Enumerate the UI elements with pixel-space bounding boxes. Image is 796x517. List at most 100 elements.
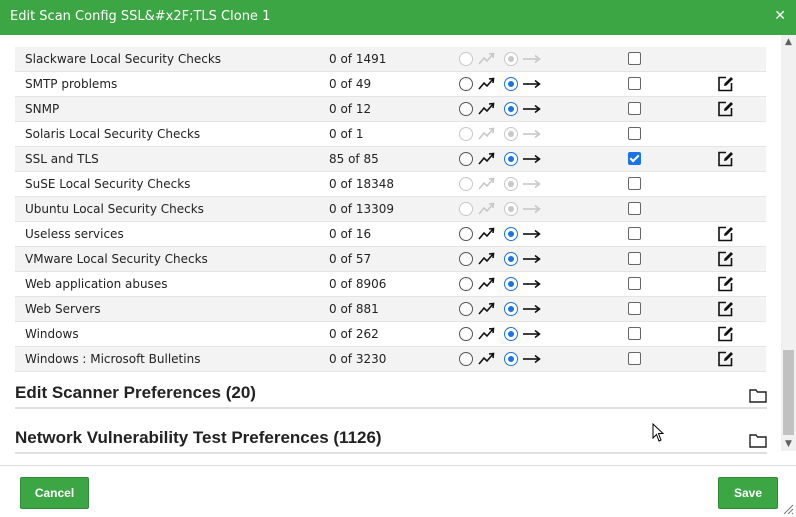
family-nvt-count: 0 of 18348 <box>329 177 395 191</box>
trend-dynamic-radio[interactable] <box>459 252 473 266</box>
select-all-nvts-checkbox[interactable] <box>628 327 641 340</box>
select-all-nvts-checkbox[interactable] <box>628 252 641 265</box>
select-all-nvts-checkbox[interactable] <box>628 352 641 365</box>
scrollbar-thumb[interactable] <box>783 350 794 435</box>
select-all-nvts-checkbox[interactable] <box>628 227 641 240</box>
trend-dynamic-radio <box>459 202 473 216</box>
edit-icon[interactable] <box>717 225 734 242</box>
family-name: Solaris Local Security Checks <box>25 127 201 141</box>
select-all-nvts-checkbox[interactable] <box>628 127 641 140</box>
trend-selector <box>459 200 559 218</box>
trend-static-radio[interactable] <box>504 327 518 341</box>
family-row: VMware Local Security Checks 0 of 57 <box>15 247 766 272</box>
edit-icon[interactable] <box>717 250 734 267</box>
trend-static-icon <box>523 279 541 289</box>
family-nvt-count: 0 of 12 <box>329 102 372 116</box>
trend-dynamic-radio[interactable] <box>459 327 473 341</box>
trend-static-radio[interactable] <box>504 302 518 316</box>
trend-dynamic-radio[interactable] <box>459 302 473 316</box>
trend-dynamic-radio[interactable] <box>459 277 473 291</box>
trend-static-icon <box>523 54 541 64</box>
save-button[interactable]: Save <box>718 477 778 509</box>
trend-static-icon <box>523 354 541 364</box>
edit-icon[interactable] <box>717 75 734 92</box>
trend-static-radio[interactable] <box>504 152 518 166</box>
trend-static-radio <box>504 127 518 141</box>
edit-icon[interactable] <box>717 275 734 292</box>
resize-handle-icon[interactable] <box>782 503 794 515</box>
select-all-nvts-checkbox[interactable] <box>628 77 641 90</box>
close-icon[interactable]: ✕ <box>774 8 786 24</box>
trend-up-icon <box>478 152 495 165</box>
trend-static-icon <box>523 129 541 139</box>
trend-selector <box>459 275 559 293</box>
nvt-family-table: Slackware Local Security Checks 0 of 1491… <box>15 47 766 372</box>
scroll-up-arrow-icon[interactable]: ▲ <box>781 35 796 49</box>
trend-static-icon <box>523 179 541 189</box>
family-name: SMTP problems <box>25 77 118 91</box>
select-all-nvts-checkbox[interactable] <box>628 52 641 65</box>
edit-icon[interactable] <box>717 350 734 367</box>
family-row: SNMP 0 of 12 <box>15 97 766 122</box>
folder-icon[interactable] <box>749 432 767 448</box>
cancel-button[interactable]: Cancel <box>20 477 89 509</box>
select-all-nvts-checkbox[interactable] <box>628 302 641 315</box>
family-nvt-count: 0 of 881 <box>329 302 379 316</box>
scroll-down-arrow-icon[interactable]: ▼ <box>781 437 796 451</box>
family-row: Windows 0 of 262 <box>15 322 766 347</box>
vertical-scrollbar[interactable]: ▲ ▼ <box>781 35 796 451</box>
trend-static-radio[interactable] <box>504 352 518 366</box>
select-all-nvts-checkbox[interactable] <box>628 152 641 165</box>
family-row: SuSE Local Security Checks 0 of 18348 <box>15 172 766 197</box>
family-row: SMTP problems 0 of 49 <box>15 72 766 97</box>
trend-static-radio[interactable] <box>504 77 518 91</box>
family-nvt-count: 0 of 57 <box>329 252 372 266</box>
family-nvt-count: 0 of 16 <box>329 227 372 241</box>
mouse-cursor-icon <box>652 423 665 442</box>
family-name: Windows <box>25 327 79 341</box>
trend-static-icon <box>523 329 541 339</box>
select-all-nvts-checkbox[interactable] <box>628 177 641 190</box>
trend-dynamic-radio[interactable] <box>459 77 473 91</box>
edit-icon[interactable] <box>717 100 734 117</box>
trend-static-radio[interactable] <box>504 277 518 291</box>
family-name: SNMP <box>25 102 60 116</box>
trend-up-icon <box>478 202 495 215</box>
trend-static-icon <box>523 304 541 314</box>
trend-static-radio[interactable] <box>504 227 518 241</box>
dialog-content: Slackware Local Security Checks 0 of 1491… <box>0 35 796 465</box>
trend-static-radio <box>504 52 518 66</box>
trend-dynamic-radio[interactable] <box>459 227 473 241</box>
trend-selector <box>459 325 559 343</box>
trend-static-radio[interactable] <box>504 102 518 116</box>
select-all-nvts-checkbox[interactable] <box>628 277 641 290</box>
trend-dynamic-radio <box>459 177 473 191</box>
trend-static-radio[interactable] <box>504 252 518 266</box>
edit-icon[interactable] <box>717 300 734 317</box>
trend-dynamic-radio[interactable] <box>459 352 473 366</box>
trend-dynamic-radio[interactable] <box>459 102 473 116</box>
edit-icon[interactable] <box>717 150 734 167</box>
family-name: Web application abuses <box>25 277 168 291</box>
family-row: Web application abuses 0 of 8906 <box>15 272 766 297</box>
family-row: Windows : Microsoft Bulletins 0 of 3230 <box>15 347 766 372</box>
trend-dynamic-radio[interactable] <box>459 152 473 166</box>
family-name: SSL and TLS <box>25 152 99 166</box>
trend-up-icon <box>478 352 495 365</box>
trend-selector <box>459 100 559 118</box>
trend-up-icon <box>478 302 495 315</box>
trend-selector <box>459 250 559 268</box>
trend-selector <box>459 125 559 143</box>
edit-icon[interactable] <box>717 325 734 342</box>
select-all-nvts-checkbox[interactable] <box>628 202 641 215</box>
folder-icon[interactable] <box>749 387 767 403</box>
family-row: Useless services 0 of 16 <box>15 222 766 247</box>
trend-dynamic-radio <box>459 52 473 66</box>
family-row: Solaris Local Security Checks 0 of 1 <box>15 122 766 147</box>
section-scanner-preferences[interactable]: Edit Scanner Preferences (20) <box>15 383 767 409</box>
family-name: SuSE Local Security Checks <box>25 177 191 191</box>
section-title: Edit Scanner Preferences (20) <box>15 383 256 402</box>
family-nvt-count: 0 of 3230 <box>329 352 387 366</box>
trend-up-icon <box>478 77 495 90</box>
select-all-nvts-checkbox[interactable] <box>628 102 641 115</box>
